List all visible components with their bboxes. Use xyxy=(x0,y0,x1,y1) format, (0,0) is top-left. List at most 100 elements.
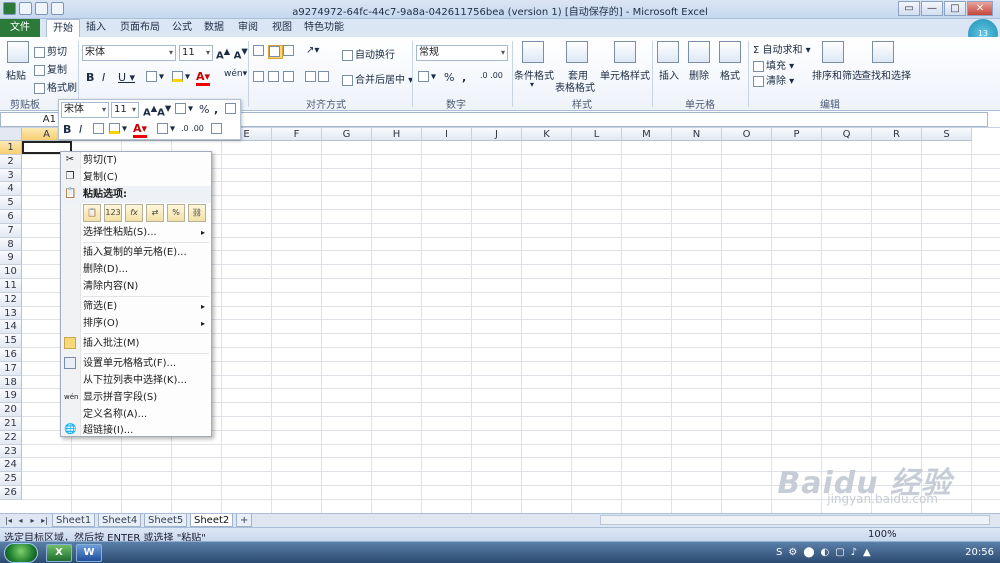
sort-filter-icon[interactable] xyxy=(822,41,844,63)
menu-clear-contents[interactable]: 清除内容(N) xyxy=(61,278,211,295)
clear-button[interactable]: 清除 ▾ xyxy=(753,72,794,87)
minimize-button[interactable]: — xyxy=(921,1,943,16)
row-header[interactable]: 20 xyxy=(0,403,22,417)
row-header[interactable]: 18 xyxy=(0,375,22,390)
mini-size-select[interactable]: 11 xyxy=(111,102,139,118)
row-header[interactable]: 9 xyxy=(0,251,22,266)
row-header[interactable]: 6 xyxy=(0,210,22,224)
fill-button[interactable]: 填充 ▾ xyxy=(753,57,794,72)
delete-cells-icon[interactable] xyxy=(688,41,710,63)
tab-formulas[interactable]: 公式 xyxy=(166,19,198,37)
format-painter-button[interactable]: 格式刷 xyxy=(34,79,77,94)
column-header[interactable]: M xyxy=(622,128,672,141)
row-header[interactable]: 26 xyxy=(0,486,22,500)
row-header[interactable]: 12 xyxy=(0,292,22,307)
zoom-level[interactable]: 100% xyxy=(868,529,897,540)
menu-sort[interactable]: 排序(O) ▸ xyxy=(61,315,211,332)
cell-styles-button[interactable]: 单元格样式 xyxy=(600,67,650,82)
cut-button[interactable]: 剪切 xyxy=(34,43,67,58)
column-header[interactable]: N xyxy=(672,128,722,141)
menu-show-phonetic[interactable]: wén 显示拼音字段(S) xyxy=(61,389,211,406)
row-header[interactable]: 4 xyxy=(0,182,22,197)
menu-paste-special[interactable]: 选择性粘贴(S)... ▸ xyxy=(61,224,211,241)
number-format-select[interactable]: 常规 xyxy=(416,45,508,61)
percent-button[interactable]: % xyxy=(444,71,454,84)
mini-grow-font-button[interactable]: A▲A▼ xyxy=(143,103,171,118)
table-format-button[interactable]: 表格格式 xyxy=(555,79,595,94)
tab-home[interactable]: 开始 xyxy=(46,19,80,37)
row-header[interactable]: 24 xyxy=(0,458,22,473)
menu-hyperlink[interactable]: 🌐 超链接(I)... xyxy=(61,422,211,439)
sheet-tab-sheet1[interactable]: Sheet1 xyxy=(52,514,96,527)
copy-button[interactable]: 复制 xyxy=(34,61,67,76)
delete-cells-button[interactable]: 删除 xyxy=(689,67,709,82)
select-all-button[interactable] xyxy=(0,128,22,141)
font-size-select[interactable]: 11 xyxy=(179,45,213,61)
paste-default-icon[interactable]: 📋 xyxy=(83,204,101,222)
tab-view[interactable]: 视图 xyxy=(266,19,298,37)
row-header[interactable]: 7 xyxy=(0,223,22,238)
paste-transpose-icon[interactable]: ⇄ xyxy=(146,204,164,222)
cell-styles-icon[interactable] xyxy=(614,41,636,63)
prev-sheet-icon[interactable]: ◂ xyxy=(15,515,26,526)
mini-merge-button[interactable] xyxy=(225,103,238,115)
formula-input[interactable] xyxy=(240,112,988,127)
last-sheet-icon[interactable]: ▸| xyxy=(39,515,50,526)
bold-button[interactable]: B xyxy=(86,71,94,84)
left-align-button[interactable] xyxy=(253,71,266,83)
format-cells-button[interactable]: 格式 xyxy=(720,67,740,82)
column-header[interactable]: L xyxy=(572,128,622,141)
row-header[interactable]: 17 xyxy=(0,361,22,376)
row-header[interactable]: 14 xyxy=(0,320,22,335)
italic-button[interactable]: I xyxy=(102,71,105,84)
row-header[interactable]: 16 xyxy=(0,348,22,362)
bottom-align-button[interactable] xyxy=(283,45,296,57)
mini-center-button[interactable] xyxy=(93,123,106,135)
row-header[interactable]: 3 xyxy=(0,168,22,183)
middle-align-button[interactable] xyxy=(268,45,283,59)
system-tray-icons[interactable]: S⚙⬤◐▢♪▲ xyxy=(776,547,936,559)
menu-filter[interactable]: 筛选(E) ▸ xyxy=(61,298,211,315)
row-header[interactable]: 10 xyxy=(0,265,22,279)
font-color-button[interactable]: A▾ xyxy=(196,70,211,86)
row-header[interactable]: 5 xyxy=(0,196,22,210)
format-cells-icon[interactable] xyxy=(719,41,741,63)
column-header[interactable]: O xyxy=(722,128,772,141)
horizontal-scrollbar[interactable] xyxy=(600,515,990,525)
mini-font-select[interactable]: 宋体 xyxy=(61,102,109,118)
table-format-icon[interactable] xyxy=(566,41,588,63)
find-select-button[interactable]: 查找和选择 xyxy=(861,67,911,82)
grow-font-button[interactable]: A▲ A▼ xyxy=(216,46,248,61)
insert-cells-button[interactable]: 插入 xyxy=(659,67,679,82)
mini-number-format-button[interactable]: ▾ xyxy=(175,103,193,115)
tab-review[interactable]: 审阅 xyxy=(232,19,264,37)
tab-insert[interactable]: 插入 xyxy=(80,19,112,37)
first-sheet-icon[interactable]: |◂ xyxy=(3,515,14,526)
indent-button[interactable] xyxy=(305,71,331,83)
paste-formulas-icon[interactable]: fx xyxy=(125,204,143,222)
find-select-icon[interactable] xyxy=(872,41,894,63)
mini-fill-color-button[interactable]: ▾ xyxy=(109,123,127,135)
phonetic-button[interactable]: wén▾ xyxy=(224,69,247,79)
menu-insert-copied[interactable]: 插入复制的单元格(E)... xyxy=(61,244,211,261)
wrap-text-button[interactable]: 自动换行 xyxy=(342,46,395,61)
tab-file[interactable]: 文件 xyxy=(0,19,40,37)
next-sheet-icon[interactable]: ▸ xyxy=(27,515,38,526)
row-header[interactable]: 21 xyxy=(0,417,22,431)
mini-bold-button[interactable]: B xyxy=(63,123,71,136)
row-header[interactable]: 19 xyxy=(0,389,22,404)
column-header[interactable]: R xyxy=(872,128,922,141)
column-header[interactable]: F xyxy=(272,128,322,141)
paste-icon[interactable] xyxy=(7,41,29,63)
insert-cells-icon[interactable] xyxy=(657,41,679,63)
sheet-tab-sheet2[interactable]: Sheet2 xyxy=(190,514,234,527)
column-header[interactable]: J xyxy=(472,128,522,141)
start-button[interactable] xyxy=(4,543,38,563)
mini-font-color-button[interactable]: A▾ xyxy=(133,122,148,138)
name-box[interactable]: A1 xyxy=(0,112,60,127)
mini-comma-button[interactable]: , xyxy=(214,103,218,116)
column-header[interactable]: Q xyxy=(822,128,872,141)
autosum-button[interactable]: Σ 自动求和 ▾ xyxy=(753,41,811,56)
conditional-format-icon[interactable] xyxy=(522,41,544,63)
merge-center-button[interactable]: 合并后居中 ▾ xyxy=(342,71,413,86)
